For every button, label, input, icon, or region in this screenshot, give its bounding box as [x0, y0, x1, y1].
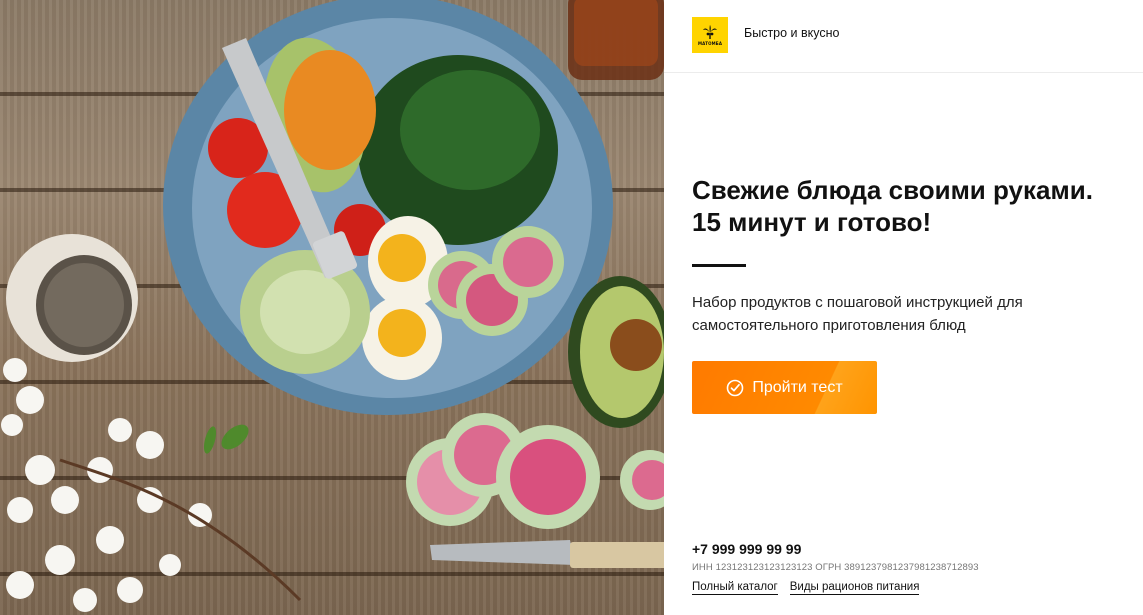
check-circle-icon: [727, 379, 744, 396]
page-title: Свежие блюда своими руками. 15 минут и г…: [692, 175, 1093, 237]
site-tagline: Быстро и вкусно: [744, 26, 840, 40]
footer-links: Полный каталог Виды рационов питания: [692, 581, 979, 595]
palm-logo-icon: [703, 25, 717, 39]
phone-link[interactable]: +7 999 999 99 99: [692, 541, 979, 557]
logo-text: МАТОМБА: [697, 41, 723, 46]
take-test-button[interactable]: Пройти тест: [692, 361, 877, 414]
hero-photo: [0, 0, 664, 615]
legal-info: ИНН 123123123123123123 ОГРН 389123798123…: [692, 562, 979, 573]
take-test-label: Пройти тест: [752, 378, 843, 396]
contacts-block: +7 999 999 99 99 ИНН 123123123123123123 …: [692, 541, 979, 595]
food-illustration: [1, 0, 664, 612]
diet-types-link[interactable]: Виды рационов питания: [789, 581, 920, 595]
title-divider: [692, 264, 746, 267]
catalog-link[interactable]: Полный каталог: [692, 581, 778, 595]
site-header: МАТОМБА Быстро и вкусно: [664, 0, 1143, 73]
logo[interactable]: МАТОМБА: [692, 17, 728, 53]
page-subtitle: Набор продуктов с пошаговой инструкцией …: [692, 294, 1023, 334]
content-panel: МАТОМБА Быстро и вкусно Свежие блюда сво…: [664, 0, 1143, 615]
